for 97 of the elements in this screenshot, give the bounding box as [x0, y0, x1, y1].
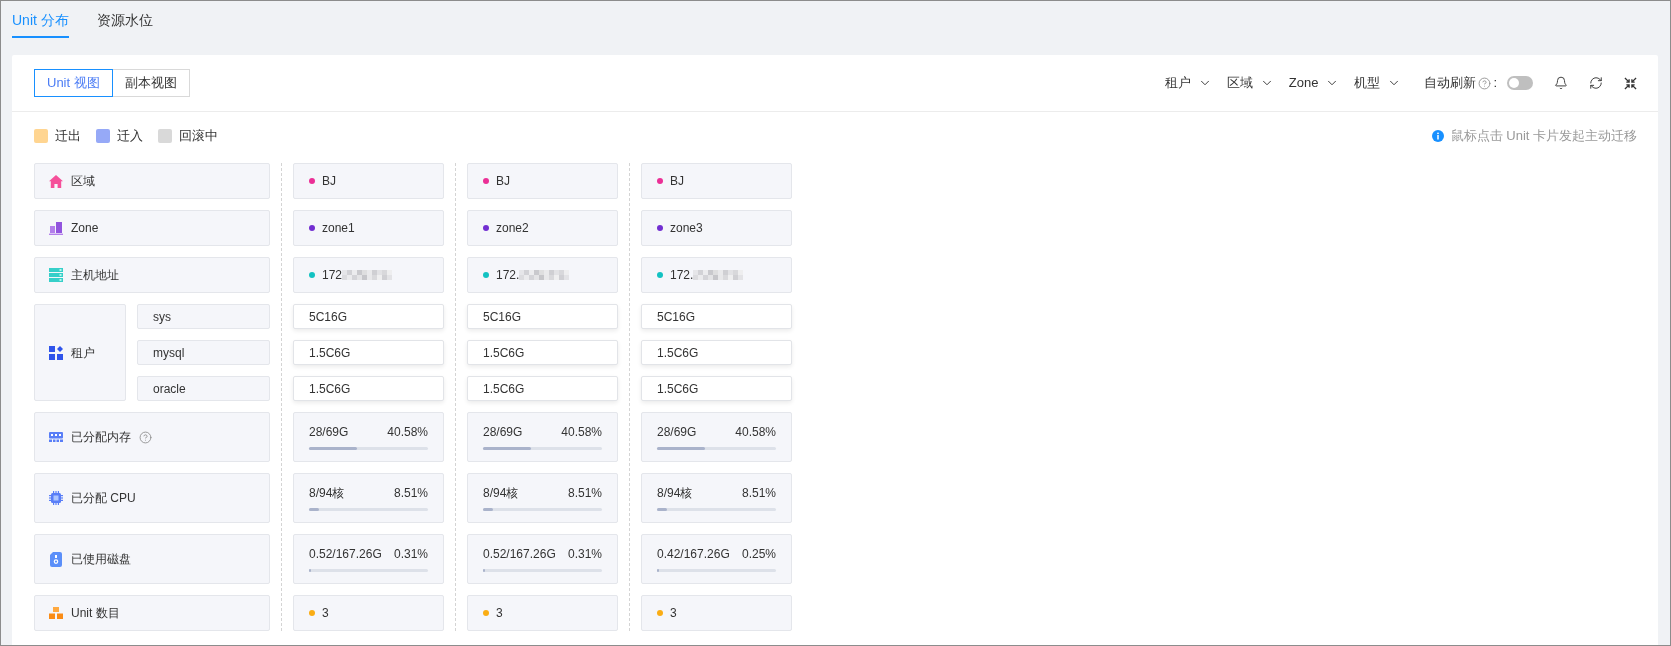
usage-percent: 40.58%	[561, 424, 602, 440]
house-icon	[49, 174, 63, 188]
usage-card[interactable]: 8/94核 8.51%	[293, 473, 444, 523]
value-card[interactable]: BJ	[467, 163, 618, 199]
legend-label: 回滚中	[179, 128, 218, 144]
value-card[interactable]: 172.	[467, 257, 618, 293]
value-text: 3	[322, 605, 329, 622]
row-label: 租户	[71, 344, 95, 362]
hint-text: 鼠标点击 Unit 卡片发起主动迁移	[1450, 128, 1637, 144]
row-label: 已使用磁盘	[71, 551, 131, 568]
usage-percent: 0.25%	[741, 546, 776, 562]
info-icon	[1431, 130, 1444, 142]
usage-value: 28/69G	[483, 424, 523, 440]
usage-value: 8/94核	[309, 485, 345, 501]
value-text: BJ	[670, 173, 684, 190]
usage-value: 0.42/167.26G	[657, 546, 730, 562]
value-card[interactable]: 172.	[641, 257, 792, 293]
value-card[interactable]: BJ	[293, 163, 444, 199]
value-card[interactable]: 172	[293, 257, 444, 293]
auto-refresh-label: 自动刷新	[1424, 74, 1477, 93]
tenant-spec-cell[interactable]: 1.5C6G	[641, 340, 792, 365]
view-toggle[interactable]: 副本视图	[111, 69, 190, 97]
tenant-name-cell: mysql	[137, 340, 270, 365]
value-text: 3	[670, 605, 677, 622]
legend-label: 迁入	[117, 128, 143, 144]
refresh-icon[interactable]	[1589, 76, 1603, 90]
tenant-spec-cell[interactable]: 1.5C6G	[641, 376, 792, 401]
tenant-spec-cell[interactable]: 1.5C6G	[293, 376, 444, 401]
tab[interactable]: 资源水位	[96, 1, 153, 38]
usage-card[interactable]: 28/69G 40.58%	[467, 412, 618, 462]
usage-value: 28/69G	[657, 424, 697, 440]
usage-percent: 0.31%	[567, 546, 602, 562]
usage-card[interactable]: 28/69G 40.58%	[641, 412, 792, 462]
value-card[interactable]: 3	[293, 595, 444, 631]
stacked-boxes-icon	[49, 607, 63, 619]
value-card[interactable]: 3	[641, 595, 792, 631]
value-text: 3	[496, 605, 503, 622]
memory-stick-icon	[49, 432, 63, 442]
value-card[interactable]: zone3	[641, 210, 792, 246]
tenant-spec-cell[interactable]: 5C16G	[641, 304, 792, 329]
usage-card[interactable]: 0.42/167.26G 0.25%	[641, 534, 792, 584]
view-toggle[interactable]: Unit 视图	[34, 69, 113, 97]
value-card[interactable]: zone1	[293, 210, 444, 246]
usage-percent: 8.51%	[741, 485, 776, 501]
bar-chart-icon	[49, 221, 63, 235]
usage-percent: 0.31%	[393, 546, 428, 562]
toggle-switch[interactable]	[1507, 76, 1533, 90]
tenant-spec-cell[interactable]: 5C16G	[293, 304, 444, 329]
value-text: zone3	[670, 220, 703, 237]
value-text: zone2	[496, 220, 529, 237]
value-text: BJ	[322, 173, 336, 190]
value-text: 172.	[496, 267, 520, 284]
filter-dropdown[interactable]: 机型	[1354, 73, 1402, 93]
legend-label: 迁出	[55, 128, 81, 144]
usage-percent: 8.51%	[567, 485, 602, 501]
usage-card[interactable]: 0.52/167.26G 0.31%	[293, 534, 444, 584]
value-card[interactable]: 3	[467, 595, 618, 631]
colon-text: :	[1493, 74, 1497, 93]
row-label: 区域	[71, 173, 95, 190]
row-label: 已分配内存	[71, 429, 131, 446]
tenant-spec-cell[interactable]: 5C16G	[467, 304, 618, 329]
usage-value: 28/69G	[309, 424, 349, 440]
row-label: 已分配 CPU	[71, 490, 136, 507]
tenant-name-cell: oracle	[137, 376, 270, 401]
tenant-spec-cell[interactable]: 1.5C6G	[467, 340, 618, 365]
value-text: BJ	[496, 173, 510, 190]
usage-value: 8/94核	[483, 485, 519, 501]
usage-card[interactable]: 8/94核 8.51%	[641, 473, 792, 523]
value-text: 172.	[670, 267, 694, 284]
filter-dropdown[interactable]: 租户	[1164, 73, 1212, 93]
sd-card-icon	[50, 551, 62, 567]
collapse-arrows-icon[interactable]	[1624, 76, 1637, 90]
chip-icon	[49, 491, 63, 505]
tenant-name-cell: sys	[137, 304, 270, 329]
usage-card[interactable]: 0.52/167.26G 0.31%	[467, 534, 618, 584]
row-label: Unit 数目	[71, 605, 120, 622]
usage-value: 8/94核	[657, 485, 693, 501]
usage-value: 0.52/167.26G	[309, 546, 382, 562]
tenant-spec-cell[interactable]: 1.5C6G	[293, 340, 444, 365]
usage-card[interactable]: 28/69G 40.58%	[293, 412, 444, 462]
usage-value: 0.52/167.26G	[483, 546, 556, 562]
server-icon	[49, 268, 63, 282]
usage-card[interactable]: 8/94核 8.51%	[467, 473, 618, 523]
filter-dropdown[interactable]: Zone	[1288, 73, 1340, 93]
usage-percent: 40.58%	[387, 424, 428, 440]
apps-grid-icon	[49, 345, 63, 360]
value-text: 172	[322, 267, 343, 284]
bell-icon[interactable]	[1554, 76, 1568, 90]
row-label: Zone	[71, 220, 99, 237]
row-label: 主机地址	[71, 267, 119, 284]
value-card[interactable]: zone2	[467, 210, 618, 246]
value-text: zone1	[322, 220, 355, 237]
usage-percent: 8.51%	[393, 485, 428, 501]
tenant-spec-cell[interactable]: 1.5C6G	[467, 376, 618, 401]
filter-dropdown[interactable]: 区域	[1226, 73, 1274, 93]
usage-percent: 40.58%	[735, 424, 776, 440]
value-card[interactable]: BJ	[641, 163, 792, 199]
